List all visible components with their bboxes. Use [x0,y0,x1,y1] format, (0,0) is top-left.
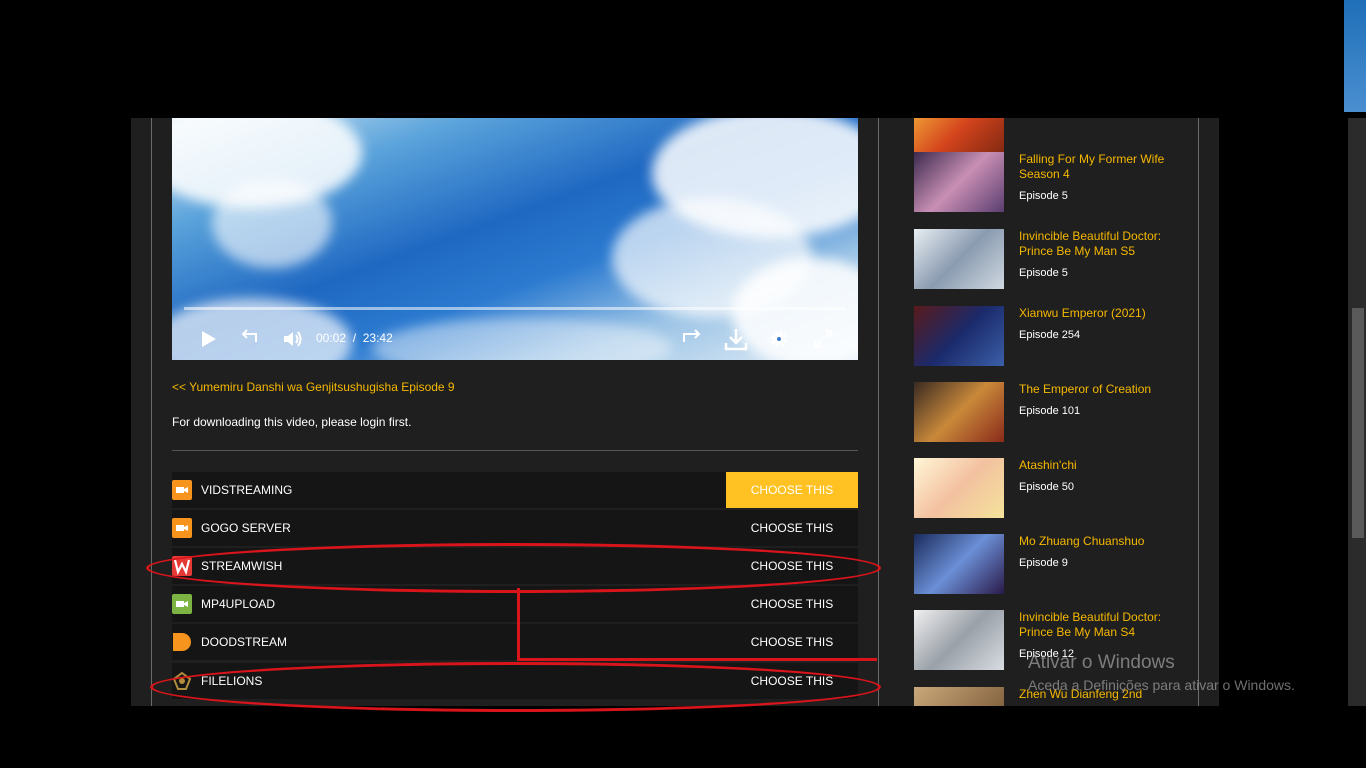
fullscreen-icon [814,330,832,348]
thumbnail [914,687,1004,706]
annotation-line-horizontal [517,658,877,661]
download-icon [724,329,748,351]
thumbnail [914,534,1004,594]
sidebar-item-title[interactable]: Invincible Beautiful Doctor: Prince Be M… [1019,229,1179,259]
thumbnail [914,229,1004,289]
current-time: 00:02 [316,331,347,345]
duration: 23:42 [362,331,393,345]
windows-watermark-subtitle: Aceda a Definições para ativar o Windows… [1028,677,1295,693]
annotation-ellipse-filelions [150,662,881,712]
thumbnail [914,610,1004,670]
d-logo-icon [173,633,191,651]
thumbnail [914,458,1004,518]
annotation-ellipse-streamwish [146,543,881,593]
sidebar-item-title[interactable]: Falling For My Former Wife Season 4 [1019,152,1179,182]
left-divider [151,118,152,706]
rewind-10-button[interactable] [236,326,264,352]
section-divider [172,450,858,451]
sidebar-item[interactable]: Invincible Beautiful Doctor: Prince Be M… [914,229,1194,291]
sidebar-item-title[interactable]: Atashin'chi [1019,458,1179,473]
gear-icon [771,331,787,347]
fullscreen-button[interactable] [810,326,836,352]
choose-server-button[interactable]: CHOOSE THIS SERVER [726,472,858,533]
previous-episode-link[interactable]: << Yumemiru Danshi wa Genjitsushugisha E… [172,380,455,394]
choose-server-button[interactable]: CHOOSE THIS SERVER [726,510,858,571]
thumbnail [914,306,1004,366]
server-row-vidstreaming[interactable]: VIDSTREAMING CHOOSE THIS SERVER [172,472,858,533]
sidebar-item[interactable]: Xianwu Emperor (2021) Episode 254 [914,306,1194,368]
server-row-doodstream[interactable]: DOODSTREAM CHOOSE THIS SERVER [172,624,858,685]
center-divider [878,118,879,706]
time-separator: / [352,331,357,345]
video-camera-icon [172,594,192,614]
download-button[interactable] [722,326,750,352]
time-display: 00:02 / 23:42 [316,331,393,345]
forward-10-icon [683,329,701,342]
page-scrollbar[interactable] [1348,118,1366,706]
video-player[interactable]: 00:02 / 23:42 [172,118,858,360]
main-panel: 00:02 / 23:42 << Yumemiru Danshi wa Genj… [131,118,1219,706]
server-name: DOODSTREAM [201,635,288,649]
server-name: MP4UPLOAD [201,597,276,611]
choose-server-button[interactable]: CHOOSE THIS SERVER [726,586,858,647]
replay-10-icon [241,329,257,342]
sidebar-item-episode[interactable]: Episode 101 [1019,405,1080,417]
sidebar-item[interactable]: Mo Zhuang Chuanshuo Episode 9 [914,534,1194,596]
sidebar-item-title[interactable]: Mo Zhuang Chuanshuo [1019,534,1179,549]
sidebar-item-episode[interactable]: Episode 254 [1019,329,1080,341]
sidebar-item-title[interactable]: Invincible Beautiful Doctor: Prince Be M… [1019,610,1179,640]
annotation-line-vertical [517,588,520,660]
sidebar-item-episode[interactable]: Episode 5 [1019,190,1068,202]
sidebar-item-title[interactable]: The Emperor of Creation [1019,382,1179,397]
thumbnail [914,152,1004,212]
volume-icon [284,331,302,347]
windows-watermark-title: Ativar o Windows [1028,652,1175,673]
play-button[interactable] [196,326,220,352]
camera-icon [172,480,192,500]
sidebar-item-episode[interactable]: Episode 50 [1019,481,1074,493]
scrollbar-thumb[interactable] [1352,308,1364,538]
choose-server-button[interactable]: CHOOSE THIS SERVER [726,624,858,685]
download-notice: For downloading this video, please login… [172,415,412,429]
sidebar-item[interactable]: Atashin'chi Episode 50 [914,458,1194,520]
sidebar-item-title[interactable]: Xianwu Emperor (2021) [1019,306,1179,321]
server-name: GOGO SERVER [201,521,291,535]
forward-10-button[interactable] [678,326,706,352]
top-right-corner-strip [1344,0,1366,112]
settings-button[interactable] [766,326,792,352]
play-icon [202,331,216,347]
server-name: VIDSTREAMING [201,483,293,497]
volume-button[interactable] [280,326,306,352]
sidebar-item[interactable]: Falling For My Former Wife Season 4 Epis… [914,152,1194,214]
sidebar-item-episode[interactable]: Episode 5 [1019,267,1068,279]
camera-icon [172,518,192,538]
sidebar-item-episode[interactable]: Episode 9 [1019,557,1068,569]
sidebar-item[interactable]: The Emperor of Creation Episode 101 [914,382,1194,444]
server-row-gogo[interactable]: GOGO SERVER CHOOSE THIS SERVER [172,510,858,571]
thumbnail [914,382,1004,442]
right-divider [1198,118,1199,706]
video-progress-bar[interactable] [184,307,846,310]
